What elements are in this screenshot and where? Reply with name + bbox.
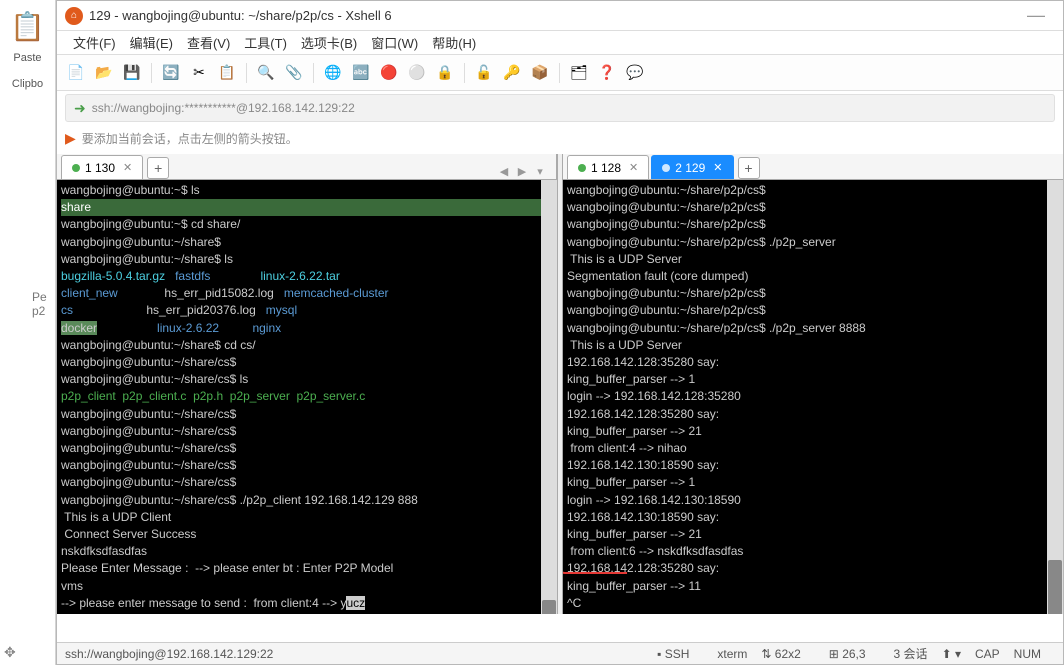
- toolbar-button[interactable]: 📄: [65, 62, 87, 84]
- tab-label: 2 129: [675, 161, 705, 175]
- status-proto: ▪ SSH: [657, 647, 703, 661]
- window-title: 129 - wangbojing@ubuntu: ~/share/p2p/cs …: [89, 8, 1017, 23]
- status-pos: ⊞ 26,3: [829, 647, 880, 661]
- hint-text: 要添加当前会话，点击左侧的箭头按钮。: [82, 130, 298, 147]
- terminal-left[interactable]: wangbojing@ubuntu:~$ lssharewangbojing@u…: [57, 180, 557, 614]
- menu-view[interactable]: 查看(V): [181, 31, 236, 54]
- toolbar-button[interactable]: 📎: [283, 62, 305, 84]
- status-cap: CAP: [975, 647, 1000, 661]
- menubar: 文件(F) 编辑(E) 查看(V) 工具(T) 选项卡(B) 窗口(W) 帮助(…: [57, 31, 1063, 55]
- add-tab-button[interactable]: +: [738, 157, 760, 179]
- tab-129[interactable]: 2 129 ✕: [651, 155, 733, 179]
- menu-edit[interactable]: 编辑(E): [124, 31, 179, 54]
- status-dot-icon: [578, 164, 586, 172]
- toolbar-button[interactable]: 💬: [624, 62, 646, 84]
- flag-icon: ▶: [65, 130, 76, 147]
- close-icon[interactable]: ✕: [629, 161, 638, 174]
- toolbar-button[interactable]: ✂: [188, 62, 210, 84]
- menu-file[interactable]: 文件(F): [67, 31, 122, 54]
- address-text: ssh://wangbojing:***********@192.168.142…: [92, 101, 355, 115]
- toolbar-button[interactable]: ⚪: [406, 62, 428, 84]
- toolbar-button[interactable]: 🔄: [160, 62, 182, 84]
- menu-window[interactable]: 窗口(W): [365, 31, 424, 54]
- toolbar-button[interactable]: 🔤: [350, 62, 372, 84]
- status-pin[interactable]: ⬆ ▾: [942, 647, 961, 661]
- clipboard-label: Clipbo: [0, 78, 55, 90]
- tab-next-icon[interactable]: ▶: [514, 163, 530, 179]
- toolbar-button[interactable]: 📋: [216, 62, 238, 84]
- toolbar-button[interactable]: 🌐: [322, 62, 344, 84]
- tabstrip-right: 1 128 ✕ 2 129 ✕ +: [563, 154, 1063, 180]
- terminal-right[interactable]: wangbojing@ubuntu:~/share/p2p/cs$wangboj…: [563, 180, 1063, 614]
- status-ssh: ssh://wangbojing@192.168.142.129:22: [65, 647, 273, 661]
- toolbar-button[interactable]: 📦: [529, 62, 551, 84]
- tab-prev-icon[interactable]: ◀: [496, 163, 512, 179]
- titlebar: ⌂ 129 - wangbojing@ubuntu: ~/share/p2p/c…: [57, 1, 1063, 31]
- toolbar-button[interactable]: 🗂: [568, 62, 590, 84]
- toolbar-button[interactable]: ❓: [596, 62, 618, 84]
- left-pane-wrap: 1 130 ✕ + ◀▶▾ wangbojing@ubuntu:~$ lsshar…: [57, 154, 557, 614]
- status-sessions: 3 会话: [894, 645, 928, 662]
- status-dot-icon: [72, 164, 80, 172]
- paste-label[interactable]: Paste: [0, 52, 55, 64]
- toolbar-button[interactable]: 🔍: [255, 62, 277, 84]
- clipboard-icon: 📋: [11, 6, 45, 46]
- menu-help[interactable]: 帮助(H): [426, 31, 482, 54]
- toolbar: 📄 📂 💾 🔄 ✂ 📋 🔍 📎 🌐 🔤 🔴 ⚪ 🔒 🔓 🔑 📦 🗂 ❓ 💬: [57, 55, 1063, 91]
- tab-128[interactable]: 1 128 ✕: [567, 155, 649, 179]
- address-bar[interactable]: ➜ ssh://wangbojing:***********@192.168.1…: [65, 94, 1055, 122]
- toolbar-button[interactable]: 💾: [121, 62, 143, 84]
- background-text: Pe p2: [32, 290, 47, 318]
- toolbar-button[interactable]: 🔓: [473, 62, 495, 84]
- move-icon: ✥: [4, 644, 16, 661]
- status-term: xterm: [717, 647, 747, 661]
- status-dot-icon: [662, 164, 670, 172]
- menu-tools[interactable]: 工具(T): [238, 31, 293, 54]
- annotation-mark: [563, 560, 627, 574]
- tab-nav-left: ◀▶▾: [496, 163, 552, 179]
- toolbar-button[interactable]: 🔒: [434, 62, 456, 84]
- scrollbar[interactable]: [541, 180, 557, 614]
- status-size: ⇅ 62x2: [761, 647, 814, 661]
- tabstrip-left: 1 130 ✕ + ◀▶▾: [57, 154, 557, 180]
- status-num: NUM: [1014, 647, 1041, 661]
- tab-label: 1 130: [85, 161, 115, 175]
- toolbar-button[interactable]: 📂: [93, 62, 115, 84]
- minimize-button[interactable]: —: [1017, 5, 1055, 26]
- statusbar: ssh://wangbojing@192.168.142.129:22 ▪ SS…: [57, 642, 1063, 664]
- scrollbar[interactable]: [1047, 180, 1063, 614]
- menu-tabs[interactable]: 选项卡(B): [295, 31, 363, 54]
- arrow-icon[interactable]: ➜: [74, 100, 86, 117]
- scroll-thumb[interactable]: [1048, 560, 1062, 614]
- add-tab-button[interactable]: +: [147, 157, 169, 179]
- toolbar-button[interactable]: 🔑: [501, 62, 523, 84]
- close-icon[interactable]: ✕: [123, 161, 132, 174]
- close-icon[interactable]: ✕: [713, 161, 722, 174]
- hint-bar: ▶ 要添加当前会话，点击左侧的箭头按钮。: [65, 125, 1055, 151]
- scroll-thumb[interactable]: [542, 600, 556, 614]
- app-icon: ⌂: [65, 7, 83, 25]
- tab-label: 1 128: [591, 161, 621, 175]
- tab-menu-icon[interactable]: ▾: [532, 163, 548, 179]
- tab-130[interactable]: 1 130 ✕: [61, 155, 143, 179]
- right-pane-wrap: 1 128 ✕ 2 129 ✕ + wangbojing@ubuntu:~/shar…: [563, 154, 1063, 614]
- pane-container: 1 130 ✕ + ◀▶▾ wangbojing@ubuntu:~$ lsshar…: [57, 154, 1063, 614]
- toolbar-button[interactable]: 🔴: [378, 62, 400, 84]
- xshell-window: ⌂ 129 - wangbojing@ubuntu: ~/share/p2p/c…: [56, 0, 1064, 665]
- paste-panel: 📋 Paste Clipbo: [0, 0, 56, 665]
